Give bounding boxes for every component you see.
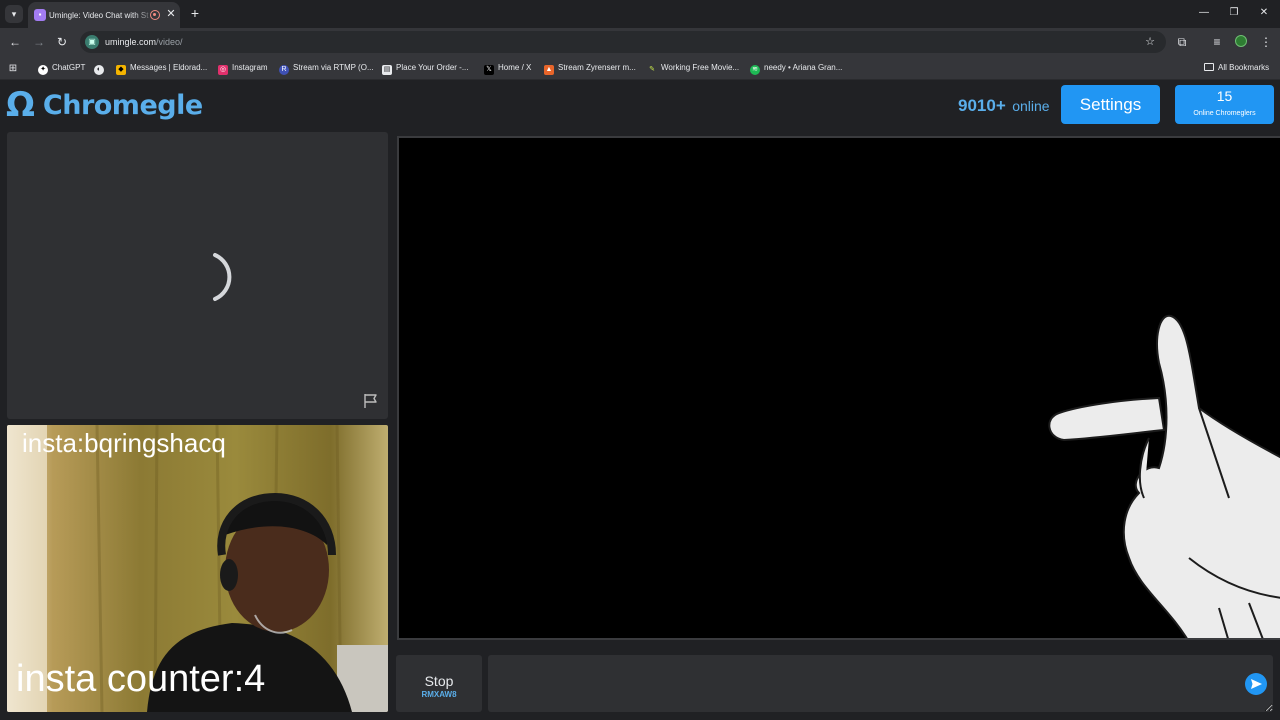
bookmark-x[interactable]: 𝕏 Home / X xyxy=(484,60,531,76)
self-video: insta:bqringshacq insta counter:4 xyxy=(7,425,388,712)
logo[interactable]: Ω Chromegle xyxy=(6,85,203,125)
bookmark-order[interactable]: ▤ Place Your Order -... xyxy=(382,60,468,76)
url-path: /video/ xyxy=(156,37,183,47)
address-bar[interactable]: ▣ umingle.com/video/ ☆ xyxy=(80,31,1166,53)
chevron-down-icon[interactable]: ▾ xyxy=(5,5,23,23)
instagram-icon: ◎ xyxy=(218,65,228,75)
overlay-insta-counter: insta counter:4 xyxy=(16,658,266,700)
omega-icon: Ω xyxy=(6,85,35,125)
tab-umingle[interactable]: ▪ Umingle: Video Chat with St ✕ xyxy=(28,2,180,28)
settings-button[interactable]: Settings xyxy=(1061,85,1160,124)
bookmark-eldorado[interactable]: ◆ Messages | Eldorad... xyxy=(116,60,207,76)
media-control-icon[interactable]: ≡ xyxy=(1209,34,1225,50)
bookmark-globe[interactable]: ◐ xyxy=(94,60,108,76)
online-count: 9010+ online xyxy=(958,93,1050,119)
kebab-menu-icon[interactable]: ⋮ xyxy=(1258,34,1274,50)
pointing-hand-image xyxy=(1048,314,1280,638)
plus-icon[interactable]: + xyxy=(188,6,202,20)
globe-icon: ◐ xyxy=(94,65,104,75)
bookmark-instagram[interactable]: ◎ Instagram xyxy=(218,60,268,76)
stream-icon: ▲ xyxy=(544,65,554,75)
bookmark-chatgpt[interactable]: ✦ ChatGPT xyxy=(38,60,85,76)
folder-icon xyxy=(1204,63,1214,71)
overlay-insta-handle: insta:bqringshacq xyxy=(22,428,226,458)
chatgpt-icon: ✦ xyxy=(38,65,48,75)
arrow-right-icon[interactable]: → xyxy=(31,34,47,50)
stranger-video xyxy=(7,132,388,419)
loading-spinner-icon xyxy=(213,253,232,301)
send-button[interactable] xyxy=(1245,673,1267,695)
recording-icon xyxy=(150,10,160,20)
online-count-label: online xyxy=(1012,98,1050,114)
all-bookmarks[interactable]: All Bookmarks xyxy=(1204,60,1269,76)
bookmarks-bar: ⊞ ✦ ChatGPT ◐ ◆ Messages | Eldorad... ◎ Ins… xyxy=(0,56,1280,80)
logo-text: Chromegle xyxy=(42,89,203,121)
main-video xyxy=(397,136,1280,640)
stop-label: Stop xyxy=(424,673,454,689)
bookmark-stream[interactable]: ▲ Stream Zyrenserr m... xyxy=(544,60,636,76)
url-text: umingle.com/video/ xyxy=(105,36,183,48)
chat-input[interactable] xyxy=(488,655,1273,712)
tab-strip: ▾ ▪ Umingle: Video Chat with St ✕ + — ❐ … xyxy=(0,0,1280,28)
eldorado-icon: ◆ xyxy=(116,65,126,75)
arrow-left-icon[interactable]: ← xyxy=(7,34,23,50)
bookmark-movies[interactable]: ✎ Working Free Movie... xyxy=(647,60,739,76)
chromeglers-count: 15 xyxy=(1216,88,1233,104)
minimize-icon[interactable]: — xyxy=(1197,6,1211,20)
bookmark-spotify[interactable]: ≋ needy • Ariana Gran... xyxy=(750,60,842,76)
movie-icon: ✎ xyxy=(649,66,655,73)
restore-icon[interactable]: ❐ xyxy=(1227,6,1241,20)
flag-icon[interactable] xyxy=(362,392,380,410)
online-count-value: 9010+ xyxy=(958,96,1006,115)
video-chat-favicon-icon: ▪ xyxy=(34,9,46,21)
window-close-icon[interactable]: ✕ xyxy=(1257,6,1271,20)
spotify-icon: ≋ xyxy=(750,65,760,75)
puzzle-icon[interactable]: ⧉ xyxy=(1174,34,1190,50)
url-domain: umingle.com xyxy=(105,37,157,47)
online-chromeglers-button[interactable]: 15 Online Chromeglers xyxy=(1175,85,1274,124)
bookmark-restream[interactable]: R Stream via RTMP (O... xyxy=(279,60,374,76)
chromeglers-label: Online Chromeglers xyxy=(1193,110,1256,117)
star-icon[interactable]: ☆ xyxy=(1142,34,1158,50)
chromegle-page: Ω Chromegle 9010+ online Settings 15 Onl… xyxy=(0,81,1280,720)
avatar[interactable] xyxy=(1233,34,1249,50)
session-code: RMXAW8 xyxy=(421,690,457,699)
stop-button[interactable]: Stop RMXAW8 xyxy=(396,655,482,712)
tab-title: Umingle: Video Chat with St xyxy=(49,11,149,20)
reload-icon[interactable]: ↻ xyxy=(54,34,70,50)
x-icon: 𝕏 xyxy=(484,65,494,75)
restream-icon: R xyxy=(279,65,289,75)
send-icon xyxy=(1251,679,1262,689)
order-icon: ▤ xyxy=(382,65,392,75)
close-icon[interactable]: ✕ xyxy=(165,8,177,20)
apps-icon[interactable]: ⊞ xyxy=(8,60,22,76)
site-info-icon[interactable]: ▣ xyxy=(85,35,99,49)
